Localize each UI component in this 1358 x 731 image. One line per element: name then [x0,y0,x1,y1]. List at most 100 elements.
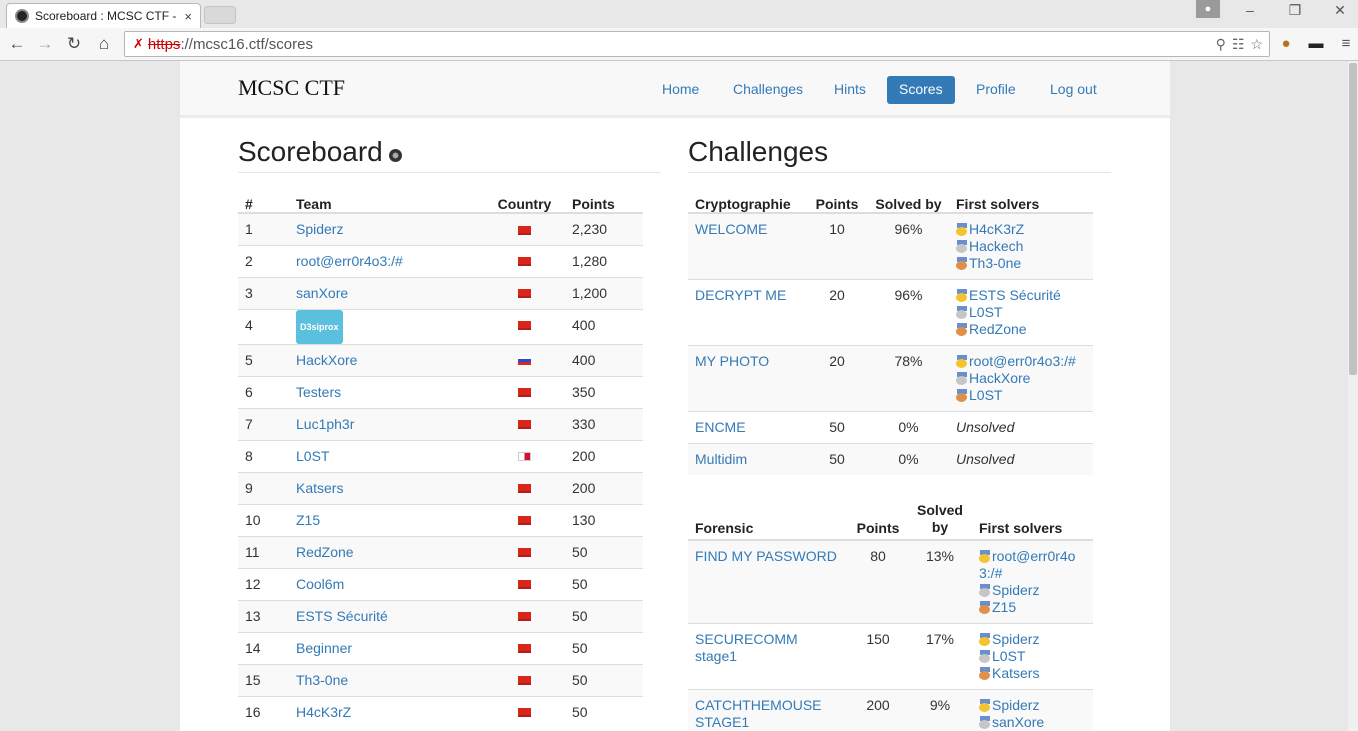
challenge-name-cell: ENCME [688,410,806,443]
challenge-link[interactable]: FIND MY PASSWORD [695,548,837,564]
solver-link[interactable]: L0ST [969,387,1002,403]
challenge-points: 150 [848,622,908,689]
table-row: 13 ESTS Sécurité 50 [238,599,643,632]
insecure-lock-icon[interactable]: ✗ [133,36,144,52]
red-flag-icon [518,676,531,686]
table-row: 2 root@err0r4o3:/# 1,280 [238,244,643,277]
nav-challenges[interactable]: Challenges [721,76,815,104]
solver-link[interactable]: Spiderz [992,582,1039,598]
site-brand[interactable]: MCSC CTF [238,75,345,101]
solver-link[interactable]: Spiderz [992,631,1039,647]
solver-link[interactable]: RedZone [969,321,1027,337]
team-cell: D3siprox [289,308,484,344]
silver-medal-icon [979,715,991,729]
solver-link[interactable]: HackXore [969,370,1030,386]
points-cell: 50 [565,663,643,696]
challenge-points: 200 [848,688,908,731]
challenge-link[interactable]: DECRYPT ME [695,287,786,303]
browser-tab[interactable]: Scoreboard : MCSC CTF - × [6,3,201,28]
forensic-table: Forensic Points Solved by First solvers … [688,495,1093,731]
team-link[interactable]: Th3-0ne [296,672,348,688]
col-first-solvers: First solvers [972,495,1093,541]
solver-link[interactable]: Spiderz [992,697,1039,713]
team-link[interactable]: L0ST [296,448,329,464]
team-link[interactable]: Testers [296,384,341,400]
rank-cell: 2 [238,244,289,277]
solver-link[interactable]: sanXore [992,714,1044,730]
team-link[interactable]: RedZone [296,544,354,560]
challenge-link[interactable]: CATCHTHEMOUSE STAGE1 [695,697,822,730]
window-close-icon[interactable]: ✕ [1328,2,1352,19]
team-link[interactable]: Cool6m [296,576,344,592]
solver-link[interactable]: Katsers [992,665,1039,681]
divider [688,172,1111,173]
country-cell [484,599,565,632]
profile-icon[interactable]: ● [1196,0,1220,18]
nav-scores[interactable]: Scores [887,76,955,104]
solver-link[interactable]: Th3-0ne [969,255,1021,271]
nav-home[interactable]: Home [650,76,711,104]
red-flag-icon [518,388,531,398]
challenge-row: MY PHOTO 20 78% root@err0r4o3:/# HackXore L0S… [688,344,1093,411]
team-link[interactable]: Beginner [296,640,352,656]
col-first-solvers: First solvers [949,181,1093,214]
team-link[interactable]: H4cK3rZ [296,704,351,720]
team-link[interactable]: Katsers [296,480,343,496]
red-flag-icon [518,484,531,494]
forward-icon[interactable]: → [34,33,56,55]
minimize-icon[interactable]: – [1238,2,1262,18]
nav-logout[interactable]: Log out [1038,76,1109,104]
reload-icon[interactable]: ↻ [63,33,85,55]
url-path: ://mcsc16.ctf/scores [180,35,313,53]
points-cell: 50 [565,567,643,600]
zoom-icon[interactable]: ⚲ [1216,36,1226,53]
points-cell: 1,280 [565,244,643,277]
team-cell: Luc1ph3r [289,407,484,440]
solver-link[interactable]: root@err0r4o3:/# [969,353,1076,369]
tab-close-icon[interactable]: × [184,9,192,24]
nav-profile[interactable]: Profile [964,76,1028,104]
rank-cell: 6 [238,375,289,408]
team-badge[interactable]: D3siprox [296,309,343,344]
team-link[interactable]: Luc1ph3r [296,416,354,432]
solver-link[interactable]: Hackech [969,238,1023,254]
table-row: 9 Katsers 200 [238,471,643,504]
back-icon[interactable]: ← [6,33,28,55]
solver-link[interactable]: L0ST [969,304,1002,320]
bronze-medal-icon [956,388,968,402]
team-link[interactable]: root@err0r4o3:/# [296,253,403,269]
address-bar[interactable]: ✗ https ://mcsc16.ctf/scores ⚲ ☷ ☆ [124,31,1270,57]
team-link[interactable]: Z15 [296,512,320,528]
challenge-link[interactable]: Multidim [695,451,747,467]
team-link[interactable]: Spiderz [296,221,343,237]
home-icon[interactable]: ⌂ [93,33,115,55]
table-row: 7 Luc1ph3r 330 [238,407,643,440]
challenge-link[interactable]: SECURECOMM stage1 [695,631,798,664]
solver-link[interactable]: root@err0r4o3:/# [979,548,1075,581]
challenge-link[interactable]: ENCME [695,419,746,435]
solver-link[interactable]: ESTS Sécurité [969,287,1061,303]
team-link[interactable]: ESTS Sécurité [296,608,388,624]
restore-icon[interactable]: ❐ [1283,2,1307,19]
team-link[interactable]: sanXore [296,285,348,301]
challenge-link[interactable]: MY PHOTO [695,353,769,369]
translate-icon[interactable]: ☷ [1232,36,1245,53]
cookie-extension-icon[interactable]: ● [1276,34,1296,54]
solver-link[interactable]: L0ST [992,648,1025,664]
challenge-link[interactable]: WELCOME [695,221,767,237]
solver-link[interactable]: H4cK3rZ [969,221,1024,237]
bronze-medal-icon [979,666,991,680]
solver-link[interactable]: Z15 [992,599,1016,615]
team-link[interactable]: HackXore [296,352,357,368]
points-cell: 330 [565,407,643,440]
scrollbar-thumb[interactable] [1349,63,1357,375]
new-tab-button[interactable] [204,6,236,24]
nav-hints[interactable]: Hints [822,76,878,104]
bookmark-star-icon[interactable]: ☆ [1250,36,1263,53]
incognito-extension-icon[interactable]: ▬ [1306,34,1326,54]
page-scrollbar[interactable] [1348,61,1358,731]
menu-icon[interactable]: ≡ [1336,34,1356,54]
panama-flag-icon [518,452,531,462]
challenge-solved-by: 17% [908,622,972,689]
country-cell [484,535,565,568]
